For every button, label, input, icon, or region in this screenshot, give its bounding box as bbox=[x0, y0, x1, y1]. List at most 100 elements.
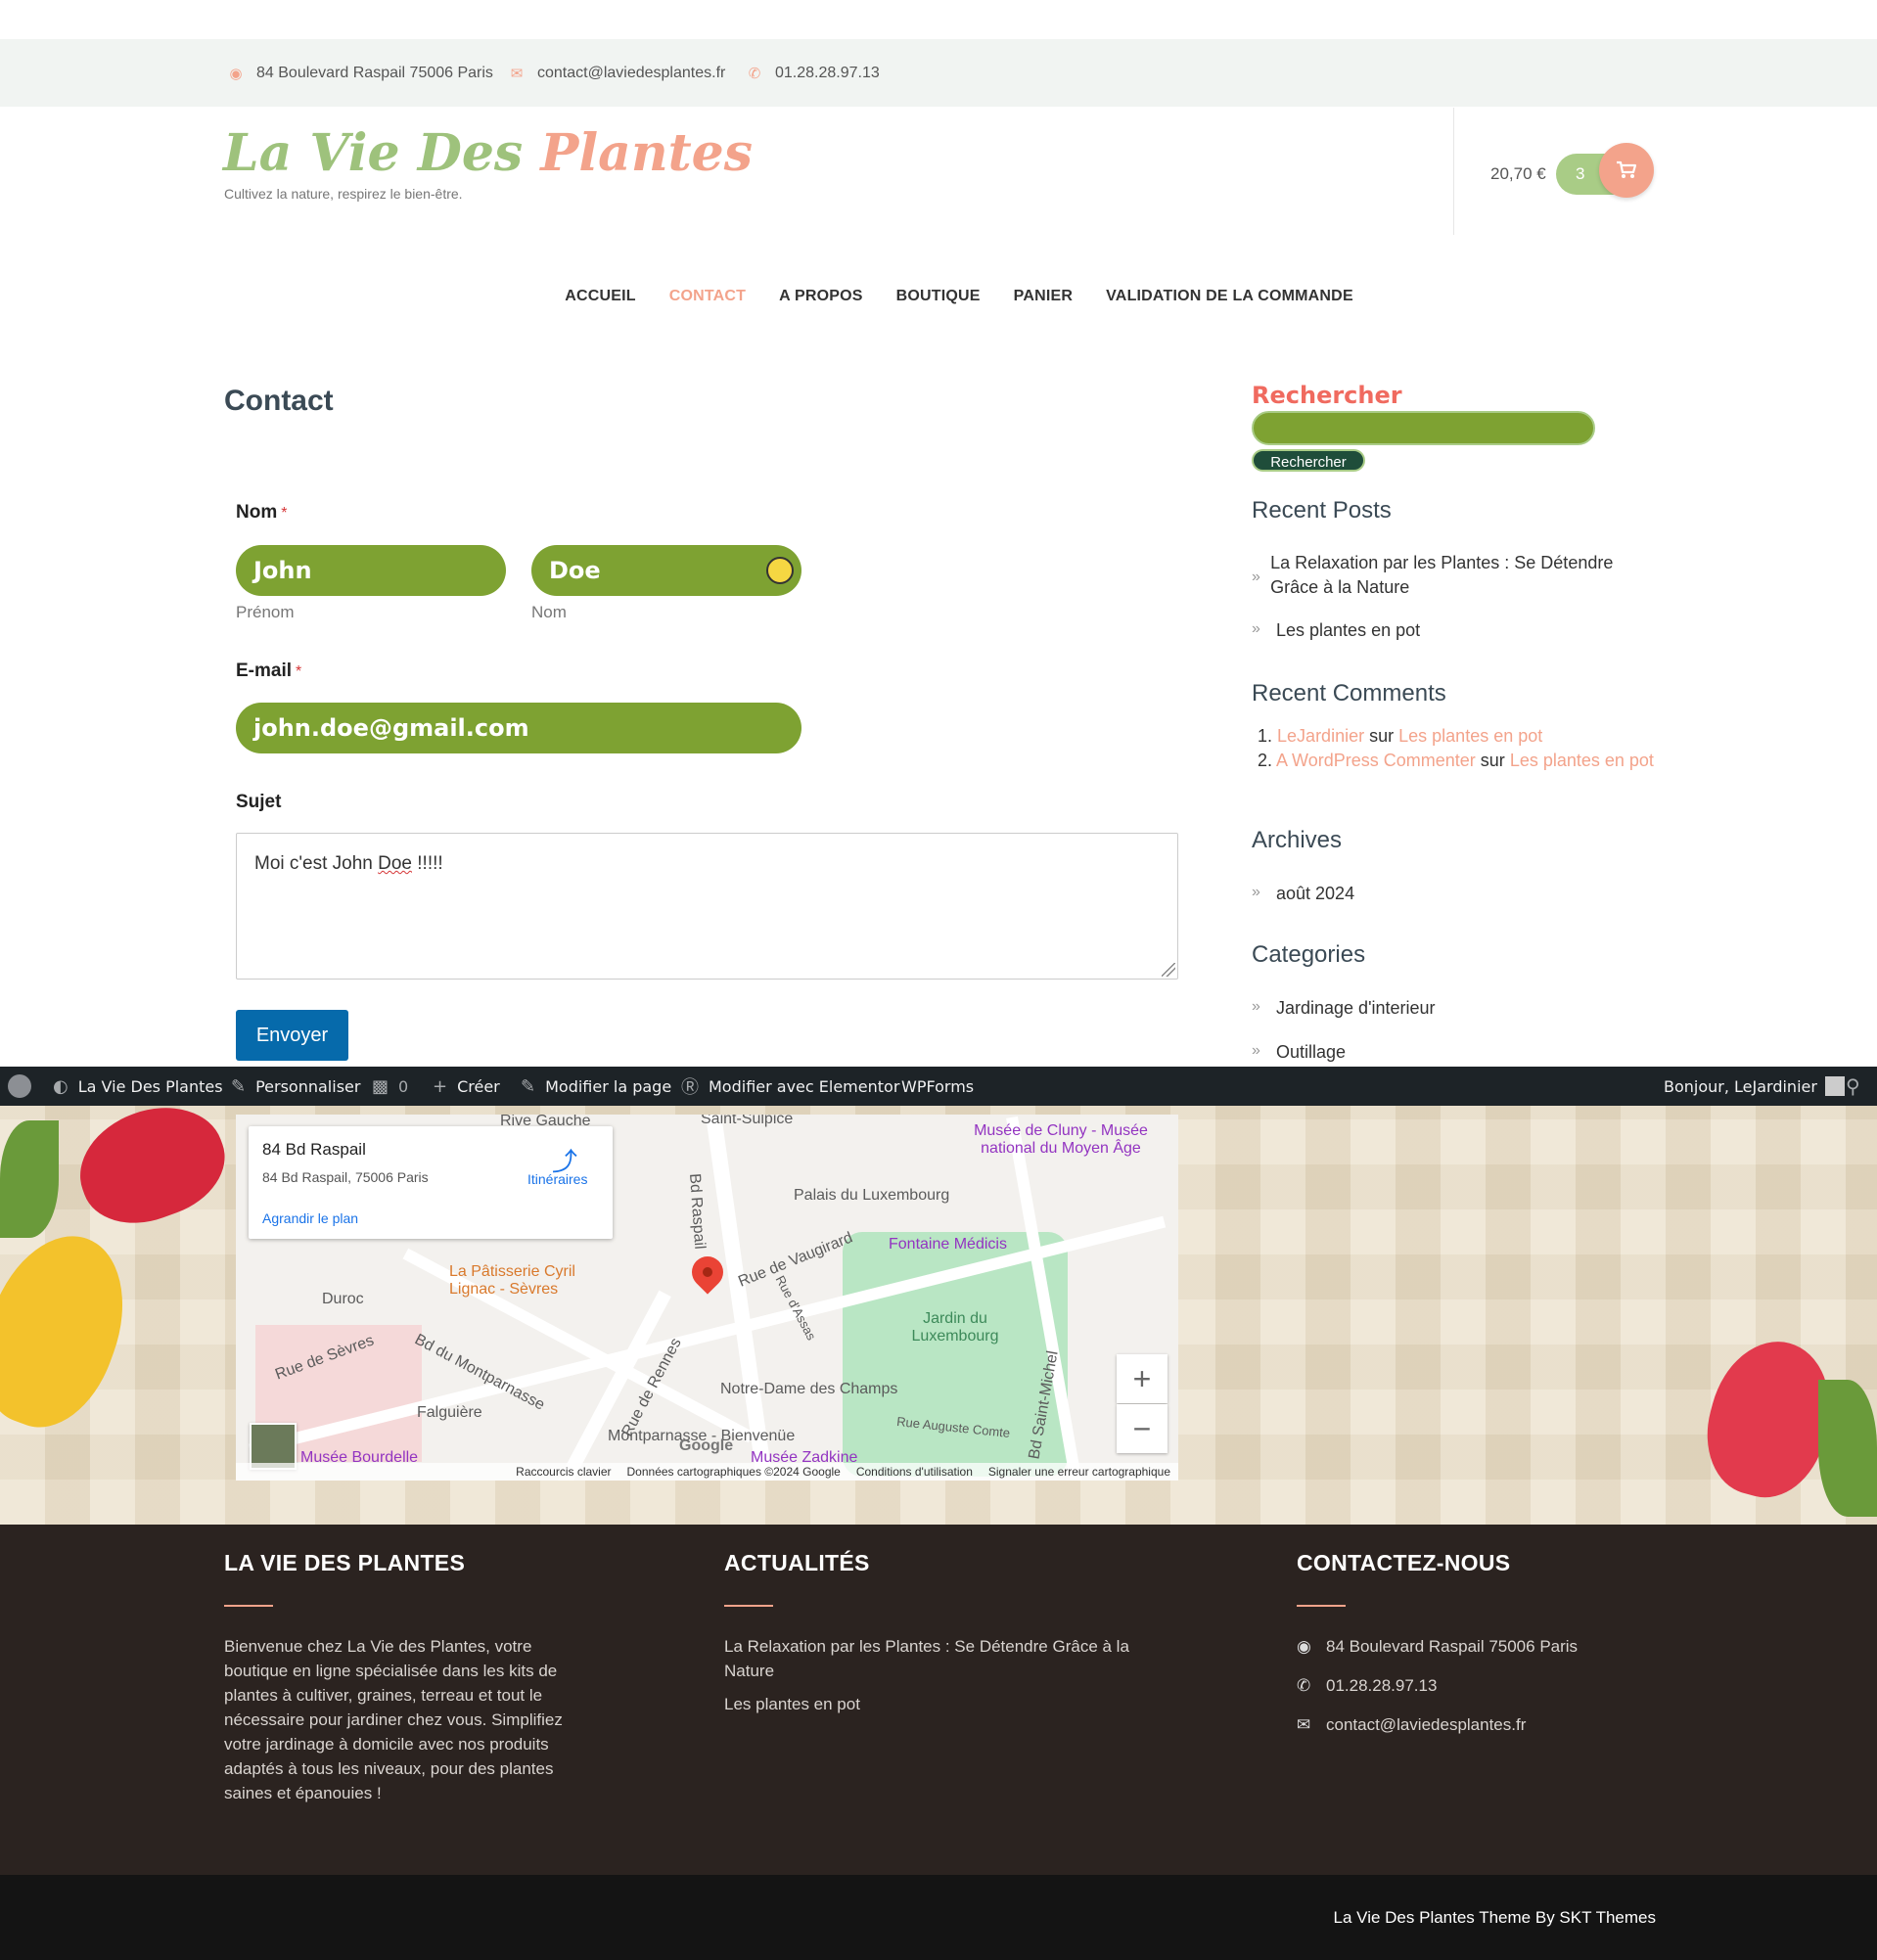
map-zoom-out-button[interactable]: − bbox=[1117, 1404, 1167, 1453]
map-label: Notre-Dame des Champs bbox=[720, 1381, 898, 1397]
nav-panier[interactable]: PANIER bbox=[1014, 288, 1073, 305]
chevron-right-icon: » bbox=[1252, 569, 1260, 585]
elementor-icon: Ⓡ bbox=[681, 1077, 699, 1098]
comment-post-link[interactable]: Les plantes en pot bbox=[1398, 726, 1542, 746]
footer-divider bbox=[224, 1605, 273, 1607]
footer-news-title: ACTUALITÉS bbox=[724, 1550, 870, 1575]
adminbar-comments[interactable]: ▩ 0 bbox=[372, 1067, 408, 1106]
sidebar-search-title: Rechercher bbox=[1252, 382, 1402, 409]
category-item[interactable]: » Outillage bbox=[1252, 1042, 1346, 1063]
adminbar-wpforms[interactable]: WPForms bbox=[901, 1067, 974, 1106]
map-label: Palais du Luxembourg bbox=[794, 1187, 950, 1204]
nav-accueil[interactable]: ACCUEIL bbox=[565, 288, 636, 305]
dashboard-icon: ◐ bbox=[53, 1075, 69, 1097]
comment-icon: ▩ bbox=[372, 1075, 389, 1097]
recent-post-item[interactable]: » Les plantes en pot bbox=[1252, 620, 1420, 641]
search-icon[interactable]: ⚲ bbox=[1846, 1067, 1860, 1106]
last-name-input[interactable]: Doe bbox=[531, 545, 801, 596]
adminbar-site[interactable]: ◐ La Vie Des Plantes bbox=[53, 1067, 223, 1106]
adminbar-edit-page[interactable]: ✎ Modifier la page bbox=[521, 1067, 671, 1106]
top-info-bar: ◉ 84 Boulevard Raspail 75006 Paris ✉ con… bbox=[0, 39, 1877, 107]
footer-divider bbox=[724, 1605, 773, 1607]
required-mark: * bbox=[281, 505, 288, 522]
map-keyboard-shortcuts[interactable]: Raccourcis clavier bbox=[516, 1465, 611, 1479]
nav-boutique[interactable]: BOUTIQUE bbox=[896, 288, 981, 305]
comment-author-link[interactable]: A WordPress Commenter bbox=[1276, 751, 1476, 770]
map-zoom-in-button[interactable]: + bbox=[1117, 1354, 1167, 1403]
chevron-right-icon: » bbox=[1252, 1042, 1260, 1059]
cart-total[interactable]: 20,70 € bbox=[1490, 164, 1546, 184]
footer-news-link[interactable]: La Relaxation par les Plantes : Se Déten… bbox=[724, 1634, 1174, 1683]
message-textarea[interactable]: Moi c'est John Doe !!!!! bbox=[236, 833, 1178, 980]
cart-button[interactable] bbox=[1599, 143, 1654, 198]
sidebar-search-button[interactable]: Rechercher bbox=[1252, 449, 1365, 472]
resize-handle[interactable] bbox=[1162, 963, 1175, 977]
topbar-email[interactable]: ✉ contact@laviedesplantes.fr bbox=[510, 39, 726, 107]
adminbar-elementor[interactable]: Ⓡ Modifier avec Elementor bbox=[681, 1067, 899, 1106]
comment-item: 1. LeJardinier sur Les plantes en pot bbox=[1258, 726, 1543, 746]
map-footer: Raccourcis clavier Données cartographiqu… bbox=[236, 1463, 1178, 1481]
last-name-sublabel: Nom bbox=[531, 603, 567, 621]
phone-icon: ✆ bbox=[1297, 1676, 1311, 1695]
map-pin-icon: ◉ bbox=[1297, 1637, 1311, 1656]
footer-news-link[interactable]: Les plantes en pot bbox=[724, 1692, 860, 1716]
categories-title: Categories bbox=[1252, 941, 1366, 968]
comment-author-link[interactable]: LeJardinier bbox=[1277, 726, 1364, 746]
email-input[interactable]: john.doe@gmail.com bbox=[236, 703, 801, 753]
submit-button[interactable]: Envoyer bbox=[236, 1010, 348, 1061]
comment-item: 2. A WordPress Commenter sur Les plantes… bbox=[1258, 751, 1654, 770]
topbar-address: ◉ 84 Boulevard Raspail 75006 Paris bbox=[229, 64, 493, 82]
archive-item[interactable]: » août 2024 bbox=[1252, 884, 1354, 904]
footer-phone: ✆ 01.28.28.97.13 bbox=[1297, 1673, 1437, 1698]
map-label: Falguière bbox=[417, 1404, 482, 1421]
recent-post-item[interactable]: » La Relaxation par les Plantes : Se Dét… bbox=[1252, 551, 1643, 600]
name-label: Nom * bbox=[236, 502, 288, 523]
footer-address: ◉ 84 Boulevard Raspail 75006 Paris bbox=[1297, 1634, 1578, 1659]
nav-contact[interactable]: CONTACT bbox=[669, 288, 746, 305]
map-data-credit: Données cartographiques ©2024 Google bbox=[626, 1465, 841, 1479]
sidebar-search-input[interactable] bbox=[1252, 411, 1595, 445]
map-report-link[interactable]: Signaler une erreur cartographique bbox=[988, 1465, 1170, 1479]
map-card-address: 84 Bd Raspail, 75006 Paris bbox=[262, 1169, 429, 1185]
envelope-icon: ✉ bbox=[1297, 1715, 1311, 1734]
map-enlarge-link[interactable]: Agrandir le plan bbox=[262, 1210, 358, 1226]
map-directions-link[interactable]: Itinéraires bbox=[527, 1171, 587, 1187]
map-terms-link[interactable]: Conditions d'utilisation bbox=[856, 1465, 973, 1479]
page-title: Contact bbox=[224, 385, 334, 417]
first-name-input[interactable]: John bbox=[236, 545, 506, 596]
map-label: La Pâtisserie Cyril Lignac - Sèvres bbox=[449, 1263, 575, 1298]
plus-icon: + bbox=[433, 1075, 448, 1097]
adminbar-customize[interactable]: ✎ Personnaliser bbox=[231, 1067, 360, 1106]
comment-post-link[interactable]: Les plantes en pot bbox=[1510, 751, 1654, 770]
phone-icon: ✆ bbox=[748, 65, 761, 82]
footer-about-text: Bienvenue chez La Vie des Plantes, votre… bbox=[224, 1637, 563, 1802]
map-card-title: 84 Bd Raspail bbox=[262, 1140, 366, 1159]
email-label: E-mail * bbox=[236, 661, 302, 681]
first-name-sublabel: Prénom bbox=[236, 603, 295, 621]
password-manager-icon[interactable] bbox=[766, 557, 794, 584]
footer-email[interactable]: ✉ contact@laviedesplantes.fr bbox=[1297, 1712, 1526, 1737]
archives-title: Archives bbox=[1252, 827, 1343, 853]
avatar bbox=[1824, 1076, 1845, 1096]
category-item[interactable]: » Jardinage d'interieur bbox=[1252, 998, 1436, 1019]
google-map[interactable]: Rive Gauche Saint-Sulpice Musée de Cluny… bbox=[236, 1115, 1178, 1481]
envelope-icon: ✉ bbox=[510, 65, 524, 82]
site-logo[interactable]: La Vie Des Plantes bbox=[223, 123, 753, 183]
brush-icon: ✎ bbox=[231, 1075, 247, 1097]
recent-comments-title: Recent Comments bbox=[1252, 680, 1446, 707]
leaf-decoration bbox=[1818, 1380, 1877, 1517]
map-label: Bd Raspail bbox=[686, 1172, 709, 1251]
theme-credit[interactable]: La Vie Des Plantes Theme By SKT Themes bbox=[1334, 1908, 1656, 1928]
map-marker-icon[interactable] bbox=[685, 1250, 730, 1295]
adminbar-account[interactable]: Bonjour, LeJardinier bbox=[1664, 1067, 1845, 1106]
nav-a-propos[interactable]: A PROPOS bbox=[779, 288, 862, 305]
adminbar-new[interactable]: + Créer bbox=[433, 1067, 500, 1106]
nav-validation-commande[interactable]: VALIDATION DE LA COMMANDE bbox=[1106, 288, 1353, 305]
map-label: Saint-Sulpice bbox=[701, 1115, 794, 1127]
map-label: Rue de Vaugirard bbox=[736, 1229, 855, 1291]
map-label: Fontaine Médicis bbox=[889, 1236, 1007, 1253]
cart-icon bbox=[1617, 160, 1637, 178]
wordpress-logo-icon[interactable] bbox=[8, 1067, 31, 1106]
google-logo: Google bbox=[679, 1437, 734, 1454]
subject-label: Sujet bbox=[236, 792, 282, 812]
